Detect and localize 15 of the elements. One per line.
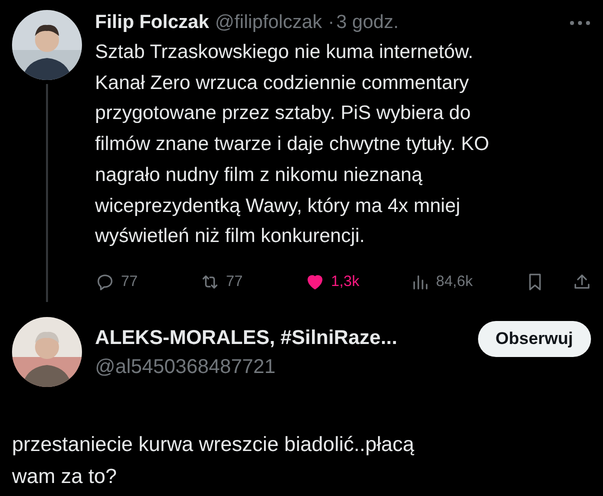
repost-count: 77	[226, 273, 243, 290]
author-handle[interactable]: @filipfolczak	[215, 12, 322, 34]
like-count: 1,3k	[331, 273, 360, 290]
follow-button[interactable]: Obserwuj	[478, 320, 591, 357]
author-name[interactable]: ALEKS-MORALES, #SilniRaze...	[95, 326, 398, 350]
timestamp[interactable]: 3 godz.	[336, 12, 399, 34]
tweet-text: Sztab Trzaskowskiego nie kuma internetów. Kanał Zero wrzuca codziennie commentary przygotowane przez sztaby. PiS wybiera do filmów znane twarze i daje chwytne tytuły. KO nagrało nudny film z nikomu nieznaną wiceprezydentką Wawy, który ma 4x mniej wyświetleń niż film konkurencji.	[95, 40, 490, 250]
reply-icon[interactable]	[95, 272, 115, 292]
reply-text: przestaniecie kurwa wreszcie biadolić..płacą wam za to?	[12, 432, 416, 490]
author-name[interactable]: Filip Folczak	[95, 12, 210, 34]
more-icon[interactable]	[569, 20, 591, 26]
author-handle[interactable]: @al5450368487721	[95, 356, 398, 379]
views-count: 84,6k	[436, 273, 473, 290]
separator: ·	[328, 12, 334, 34]
reply-count: 77	[121, 273, 138, 290]
